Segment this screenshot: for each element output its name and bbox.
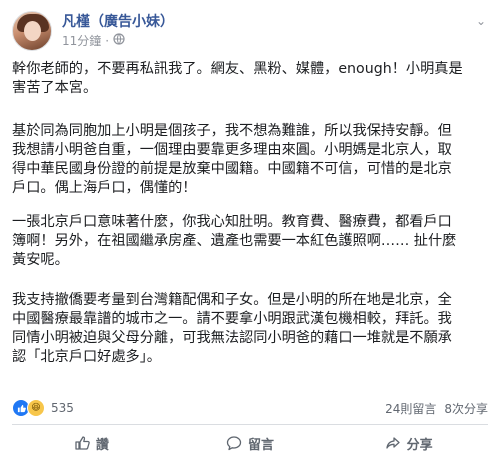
speech-bubble-icon xyxy=(226,435,242,451)
share-count[interactable]: 8次分享 xyxy=(444,400,488,417)
author-name[interactable]: 凡槿（廣告小妹） xyxy=(62,13,174,31)
globe-icon[interactable] xyxy=(113,33,125,49)
post-meta: 11分鐘 · xyxy=(62,33,174,49)
share-button[interactable]: 分享 xyxy=(329,428,488,458)
facebook-post: 凡槿（廣告小妹） 11分鐘 · ⌄ 幹你老師的，不要再私訊我了。網友、黑粉、媒體… xyxy=(0,0,500,463)
post-paragraph-2: 基於同為同胞加上小明是個孩子，我不想為難誰，所以我保持安靜。但 我想請小明爸自重… xyxy=(12,123,452,196)
action-bar: 讚 留言 分享 xyxy=(12,428,488,458)
share-label: 分享 xyxy=(406,437,433,453)
share-arrow-icon xyxy=(385,435,401,451)
reaction-summary[interactable]: 😆 535 xyxy=(12,399,74,417)
post-paragraph-1: 幹你老師的，不要再私訊我了。網友、黑粉、媒體，enough！小明真是 害苦了本宮… xyxy=(12,61,463,96)
engagement-counts: 24則留言 8次分享 xyxy=(385,400,488,417)
divider xyxy=(12,424,488,425)
post-time[interactable]: 11分鐘 xyxy=(62,33,101,49)
comment-button[interactable]: 留言 xyxy=(171,428,330,458)
post-stats: 😆 535 24則留言 8次分享 xyxy=(12,398,488,418)
reaction-count[interactable]: 535 xyxy=(51,401,74,415)
chevron-down-icon[interactable]: ⌄ xyxy=(476,14,486,28)
thumbs-up-icon xyxy=(74,435,90,451)
haha-reaction-icon: 😆 xyxy=(27,399,45,417)
author-block: 凡槿（廣告小妹） 11分鐘 · xyxy=(62,13,174,49)
like-label: 讚 xyxy=(95,437,109,453)
dot-separator: · xyxy=(105,34,110,48)
like-button[interactable]: 讚 xyxy=(12,428,171,458)
avatar-face xyxy=(24,21,41,41)
comment-label: 留言 xyxy=(248,437,275,453)
post-paragraph-4: 我支持撤僑要考量到台灣籍配偶和子女。但是小明的所在地是北京，全 中國醫療最靠譜的… xyxy=(12,292,452,365)
comment-count[interactable]: 24則留言 xyxy=(385,400,436,417)
post-header: 凡槿（廣告小妹） 11分鐘 · xyxy=(12,10,174,52)
avatar[interactable] xyxy=(12,11,52,51)
post-paragraph-3: 一張北京戶口意味著什麼，你我心知肚明。教育費、醫療費，都看戶口 簿啊！另外，在祖… xyxy=(12,214,457,268)
